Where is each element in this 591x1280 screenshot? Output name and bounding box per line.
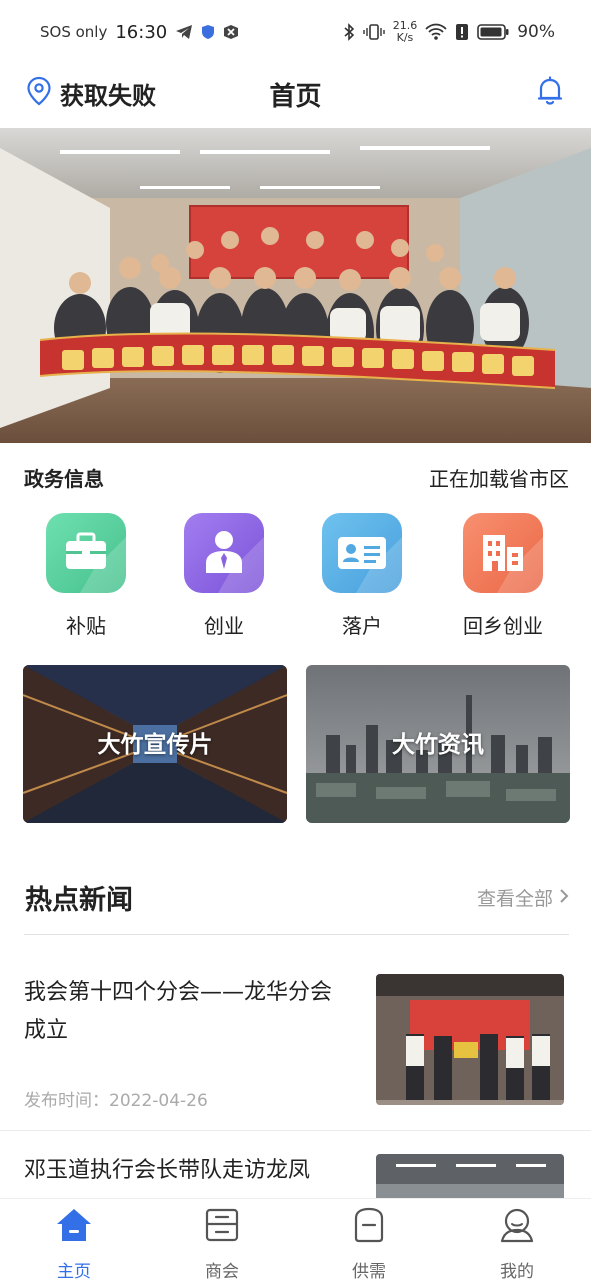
telegram-icon (175, 24, 193, 40)
grid-label-return-home-startup: 回乡创业 (463, 614, 543, 638)
hot-news-header: 热点新闻 查看全部 (25, 878, 569, 917)
tab-label-chamber: 商会 (205, 1262, 239, 1280)
news-item-divider (0, 1130, 591, 1131)
briefcase-icon (46, 513, 126, 593)
clock: 16:30 (115, 21, 168, 43)
news-item-title: 邓玉道执行会长带队走访龙凤 (24, 1158, 311, 1183)
gov-info-header: 政务信息 正在加载省市区 (24, 463, 569, 492)
status-right: 21.6 K/s 90% (343, 20, 555, 44)
grid-label-startup: 创业 (204, 614, 244, 638)
view-all-label: 查看全部 (476, 888, 553, 910)
status-bar: SOS only 16:30 21.6 K/s 90% (0, 0, 591, 64)
news-info-card[interactable]: 大竹资讯 (306, 665, 570, 823)
grid-item-startup[interactable]: 创业 (164, 513, 284, 639)
bottom-tab-bar: 主页 商会 供需 我的 (0, 1198, 591, 1280)
grid-label-residency: 落户 (342, 614, 382, 638)
businessman-icon (184, 513, 264, 593)
supply-demand-icon (319, 1205, 419, 1245)
banner-carousel[interactable] (0, 128, 591, 443)
news-date-value: 2022-04-26 (109, 1091, 208, 1111)
news-info-label: 大竹资讯 (392, 732, 484, 758)
news-item-image (376, 974, 564, 1105)
tab-label-home: 主页 (57, 1262, 91, 1280)
feature-cards: 大竹宣传片 大竹资讯 (23, 665, 570, 823)
carrier-text: SOS only (40, 23, 108, 41)
tab-home[interactable]: 主页 (24, 1205, 124, 1280)
promo-video-label: 大竹宣传片 (97, 732, 213, 758)
tab-label-supply-demand: 供需 (352, 1262, 386, 1280)
shield-icon (201, 24, 215, 40)
news-item-date: 发布时间：2022-04-26 (24, 1086, 208, 1111)
home-icon (24, 1205, 124, 1245)
news-divider (24, 934, 569, 935)
location-selector[interactable]: 获取失败 (26, 76, 156, 110)
banner-photo (0, 128, 591, 443)
news-item[interactable]: 邓玉道执行会长带队走访龙凤 (0, 1134, 591, 1198)
hot-news-title: 热点新闻 (25, 885, 133, 916)
notification-button[interactable] (535, 76, 565, 110)
gov-info-section: 政务信息 正在加载省市区 补贴 创业 落户 回乡创业 大竹宣传片 大竹资讯 (0, 443, 591, 848)
chamber-icon (172, 1205, 272, 1245)
net-speed: 21.6 K/s (393, 20, 418, 44)
location-text: 获取失败 (60, 81, 156, 110)
bluetooth-icon (343, 23, 355, 41)
news-item[interactable]: 我会第十四个分会——龙华分会成立 发布时间：2022-04-26 (0, 956, 591, 1126)
location-pin-icon (26, 76, 52, 110)
gov-info-title: 政务信息 (24, 467, 104, 491)
promo-video-card[interactable]: 大竹宣传片 (23, 665, 287, 823)
net-speed-unit: K/s (396, 31, 414, 44)
alert-icon (455, 23, 469, 41)
grid-item-subsidy[interactable]: 补贴 (26, 513, 146, 639)
tab-chamber[interactable]: 商会 (172, 1205, 272, 1280)
grid-item-return-home-startup[interactable]: 回乡创业 (443, 513, 563, 639)
status-left: SOS only 16:30 (40, 22, 239, 43)
chevron-right-icon (559, 887, 569, 909)
news-item-image (376, 1154, 564, 1198)
vibrate-icon (363, 23, 385, 41)
tab-profile[interactable]: 我的 (467, 1205, 567, 1280)
news-item-title: 我会第十四个分会——龙华分会成立 (24, 980, 333, 1043)
battery-icon (477, 23, 509, 41)
hot-news-section: 热点新闻 查看全部 我会第十四个分会——龙华分会成立 发布时间：2022-04-… (0, 848, 591, 1198)
news-date-label: 发布时间： (24, 1091, 109, 1111)
battery-percent: 90% (517, 22, 555, 42)
tab-supply-demand[interactable]: 供需 (319, 1205, 419, 1280)
service-grid: 补贴 创业 落户 回乡创业 (0, 513, 591, 643)
region-status[interactable]: 正在加载省市区 (429, 463, 569, 492)
building-icon (463, 513, 543, 593)
top-bar: 获取失败 首页 (0, 64, 591, 128)
bell-icon (537, 76, 563, 110)
grid-item-residency[interactable]: 落户 (302, 513, 422, 639)
grid-label-subsidy: 补贴 (66, 614, 106, 638)
view-all-link[interactable]: 查看全部 (477, 884, 569, 911)
wifi-icon (425, 23, 447, 41)
profile-icon (467, 1205, 567, 1245)
security-badge-icon (223, 24, 239, 40)
tab-label-profile: 我的 (500, 1262, 534, 1280)
id-card-icon (322, 513, 402, 593)
